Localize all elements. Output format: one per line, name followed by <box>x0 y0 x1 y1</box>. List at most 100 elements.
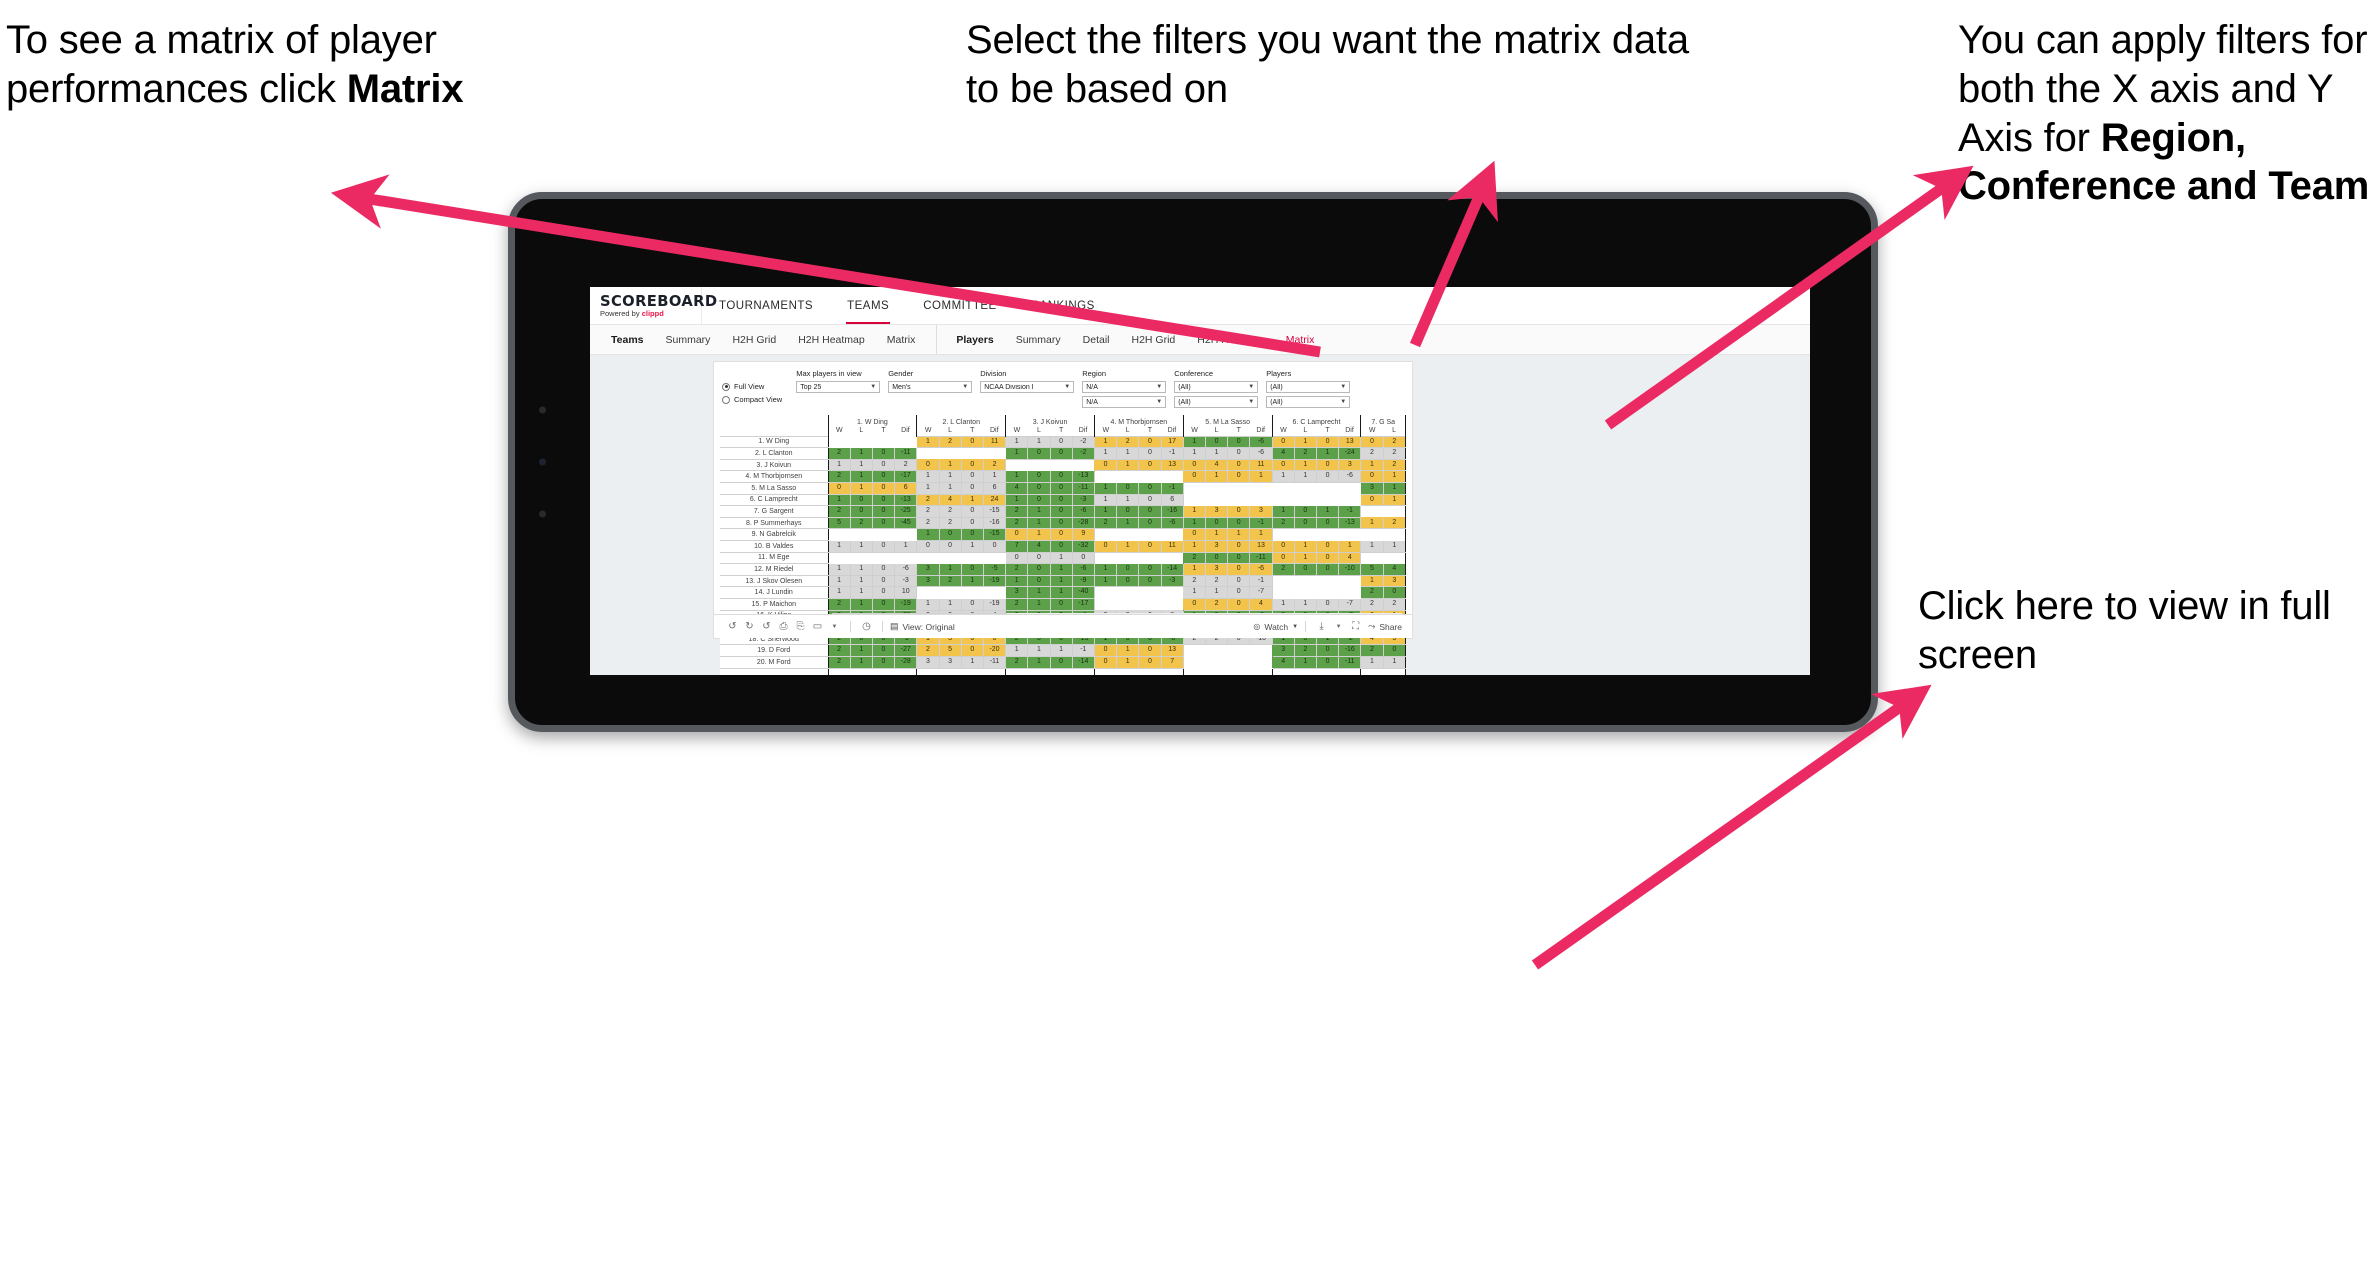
matrix-cell[interactable]: -1 <box>1160 482 1184 495</box>
matrix-cell[interactable]: 1 <box>849 563 873 576</box>
watch-button[interactable]: ◎ Watch ▼ <box>1253 622 1298 632</box>
matrix-cell[interactable]: 3 <box>1249 505 1273 518</box>
matrix-cell[interactable]: 0 <box>1138 505 1162 518</box>
matrix-cell[interactable]: 0 <box>1271 540 1295 553</box>
matrix-cell[interactable]: 2 <box>1271 563 1295 576</box>
matrix-cell[interactable]: 2 <box>827 598 851 611</box>
matrix-cell[interactable]: 0 <box>1005 551 1029 565</box>
matrix-cell[interactable]: 0 <box>1227 574 1251 588</box>
matrix-cell[interactable]: 1 <box>1049 574 1073 588</box>
matrix-cell[interactable]: -14 <box>1160 563 1184 576</box>
matrix-cell[interactable] <box>1093 586 1117 599</box>
matrix-cell[interactable]: 2 <box>1360 586 1384 599</box>
matrix-cell[interactable] <box>1182 482 1206 495</box>
matrix-cell[interactable] <box>1093 470 1117 483</box>
matrix-cell[interactable]: 0 <box>1049 516 1073 530</box>
filter-max-players-select[interactable]: Top 25 ▼ <box>796 381 881 393</box>
matrix-cell[interactable]: 1 <box>1005 447 1029 460</box>
matrix-cell[interactable]: 0 <box>1315 540 1340 553</box>
matrix-cell[interactable]: -16 <box>982 516 1007 530</box>
matrix-cell[interactable]: 11 <box>1249 458 1273 472</box>
matrix-cell[interactable] <box>1271 482 1295 495</box>
matrix-cell[interactable]: 5 <box>827 516 851 530</box>
matrix-cell[interactable]: 0 <box>1315 435 1340 449</box>
matrix-cell[interactable]: 2 <box>1204 574 1229 588</box>
matrix-cell[interactable]: 0 <box>1138 493 1162 507</box>
matrix-cell[interactable]: 2 <box>1382 447 1407 460</box>
matrix-cell[interactable]: 13 <box>1160 644 1184 657</box>
matrix-cell[interactable]: 2 <box>1271 516 1295 530</box>
matrix-cell[interactable]: 1 <box>1360 540 1384 553</box>
revert-icon[interactable]: ↺ <box>758 615 775 638</box>
redo-icon[interactable]: ↻ <box>741 615 758 638</box>
matrix-cell[interactable] <box>1294 494 1317 506</box>
matrix-cell[interactable]: 1 <box>894 540 918 553</box>
matrix-cell[interactable]: 1 <box>960 540 984 553</box>
matrix-cell[interactable]: 0 <box>1315 644 1340 657</box>
matrix-cell[interactable] <box>961 552 984 564</box>
matrix-cell[interactable] <box>1116 470 1139 483</box>
matrix-cell[interactable]: -6 <box>1249 435 1273 449</box>
matrix-cell[interactable]: 0 <box>1027 482 1051 495</box>
matrix-cell[interactable] <box>1227 656 1250 669</box>
matrix-cell[interactable] <box>1161 552 1184 564</box>
matrix-cell[interactable]: 1 <box>982 470 1007 484</box>
subnav-item-players-h2h-heatmap[interactable]: H2H Heatmap <box>1186 325 1275 354</box>
matrix-cell[interactable]: -17 <box>1071 598 1095 611</box>
matrix-cell[interactable]: 2 <box>916 516 940 530</box>
matrix-cell[interactable]: 1 <box>1382 655 1407 669</box>
matrix-cell[interactable]: 1 <box>1204 528 1229 542</box>
matrix-cell[interactable]: 0 <box>1227 563 1251 576</box>
download-icon[interactable]: ⤓ <box>1313 615 1330 638</box>
matrix-cell[interactable] <box>1093 552 1117 564</box>
matrix-cell[interactable]: 4 <box>1249 598 1273 611</box>
matrix-cell[interactable]: 2 <box>982 458 1007 472</box>
matrix-cell[interactable]: 1 <box>1093 493 1118 507</box>
matrix-cell[interactable]: 0 <box>960 458 984 472</box>
matrix-cell[interactable]: 2 <box>916 644 940 657</box>
matrix-cell[interactable]: -5 <box>982 563 1007 576</box>
matrix-cell[interactable]: 1 <box>1116 655 1140 669</box>
matrix-cell[interactable]: -16 <box>1160 505 1184 518</box>
matrix-cell[interactable]: 2 <box>1293 644 1317 657</box>
topnav-item-teams[interactable]: TEAMS <box>830 287 906 324</box>
filter-players-select-y[interactable]: (All) ▼ <box>1266 396 1351 408</box>
matrix-cell[interactable]: 1 <box>938 458 962 472</box>
matrix-cell[interactable]: 0 <box>1005 528 1029 542</box>
matrix-cell[interactable]: 0 <box>1227 470 1251 484</box>
matrix-cell[interactable]: 4 <box>1027 540 1051 553</box>
matrix-cell[interactable]: 4 <box>1204 458 1229 472</box>
matrix-cell[interactable]: 5 <box>938 644 962 657</box>
matrix-cell[interactable]: 0 <box>1204 435 1229 449</box>
matrix-cell[interactable]: 1 <box>1293 470 1317 484</box>
matrix-cell[interactable]: 0 <box>871 574 896 588</box>
filter-division-select[interactable]: NCAA Division I ▼ <box>980 381 1075 393</box>
matrix-cell[interactable]: 0 <box>849 505 873 518</box>
matrix-cell[interactable]: 2 <box>827 447 851 460</box>
matrix-cell[interactable]: -6 <box>1160 516 1184 530</box>
matrix-cell[interactable] <box>1294 575 1317 587</box>
matrix-cell[interactable]: 3 <box>1338 458 1362 472</box>
matrix-cell[interactable]: 0 <box>1227 435 1251 449</box>
matrix-cell[interactable]: 0 <box>938 540 962 553</box>
matrix-cell[interactable]: -40 <box>1071 586 1095 599</box>
topnav-item-rankings[interactable]: RANKINGS <box>1014 287 1112 324</box>
matrix-cell[interactable]: 0 <box>1182 470 1206 484</box>
matrix-cell[interactable]: 1 <box>1182 435 1206 449</box>
fullscreen-icon[interactable]: ⛶ <box>1347 615 1364 638</box>
matrix-cell[interactable]: 1 <box>1116 458 1140 472</box>
matrix-cell[interactable] <box>894 436 917 448</box>
matrix-cell[interactable] <box>1138 598 1162 611</box>
matrix-cell[interactable]: 1 <box>1382 493 1407 507</box>
radio-compact-view-icon[interactable] <box>722 395 730 404</box>
matrix-cell[interactable]: 3 <box>916 563 940 576</box>
matrix-cell[interactable]: 1 <box>849 482 873 495</box>
matrix-cell[interactable]: 0 <box>1049 447 1073 460</box>
matrix-cell[interactable] <box>1138 528 1162 541</box>
matrix-cell[interactable] <box>1205 656 1228 669</box>
matrix-cell[interactable]: 1 <box>1027 435 1051 449</box>
matrix-cell[interactable]: -2 <box>1071 447 1095 460</box>
matrix-cell[interactable]: 0 <box>871 598 896 611</box>
matrix-cell[interactable]: 0 <box>1204 551 1229 565</box>
matrix-cell[interactable]: 6 <box>1160 493 1184 507</box>
